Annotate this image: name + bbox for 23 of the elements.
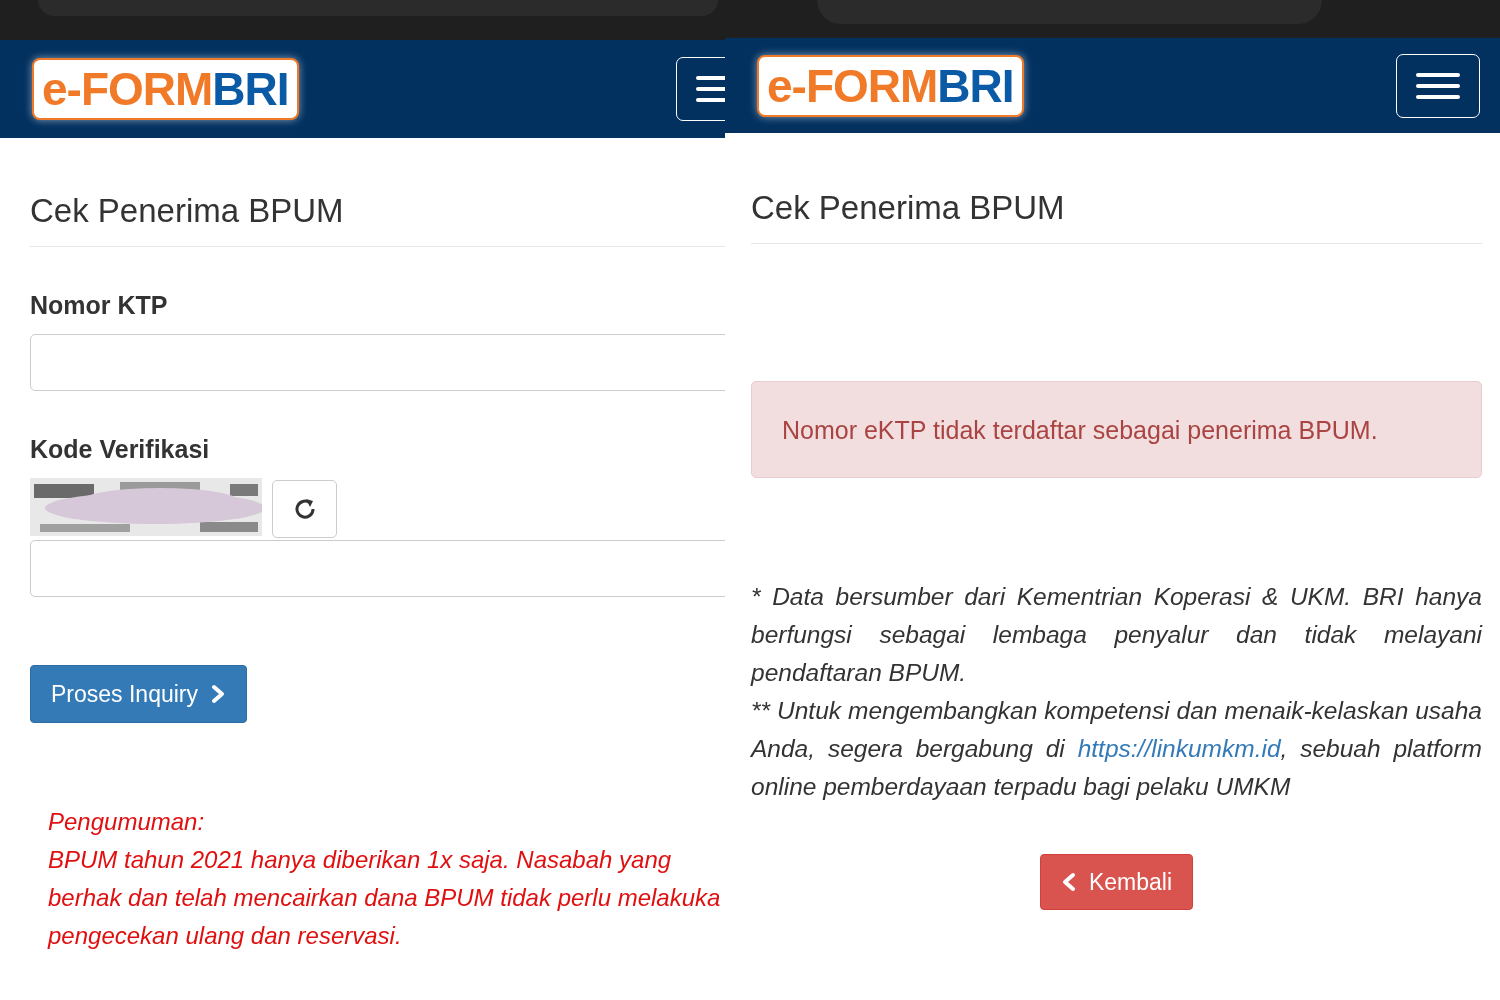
input-field[interactable]	[30, 334, 725, 391]
announcement-text: pengecekan ulang dan reservasi.	[48, 921, 402, 951]
menu-icon	[1416, 71, 1460, 100]
submit-button[interactable]: Proses Inquiry	[30, 665, 247, 723]
refresh-button[interactable]	[272, 480, 337, 538]
menu-button[interactable]	[1396, 53, 1480, 118]
announcement-text: Pengumuman:	[48, 807, 205, 837]
page-title: Cek Penerima BPUM	[30, 192, 345, 230]
logo[interactable]: e-FORMBRI	[757, 54, 1024, 117]
back-button[interactable]: Kembali	[1039, 854, 1194, 910]
announcement-text: BPUM tahun 2021 hanya diberikan 1x saja. Nasabah yang	[48, 845, 672, 875]
field-label: Kode Verifikasi	[30, 435, 211, 464]
note-text: ** Untuk mengembangkan kompetensi dan menaik-kelaskan usaha Anda, segera bergabung di https://linkumkm.id, sebuah platform online pemberdayaan terpadu bagi pelaku UMKM	[751, 696, 1482, 802]
input-field[interactable]	[30, 540, 725, 597]
error-alert: Nomor eKTP tidak terdaftar sebagai penerima BPUM.	[751, 381, 1482, 478]
logo[interactable]: e-FORMBRI	[32, 58, 299, 120]
chevron-left-icon	[1060, 872, 1077, 892]
announcement-text: berhak dan telah mencairkan dana BPUM tidak perlu melakuka	[48, 883, 721, 913]
link[interactable]: https://linkumkm.id	[1077, 735, 1281, 762]
note-text: * Data bersumber dari Kementrian Koperasi & UKM. BRI hanya berfungsi sebagai lembaga penyalur dan tidak melayani pendaftaran BPUM.	[751, 582, 1482, 688]
field-label: Nomor KTP	[30, 291, 169, 320]
chevron-right-icon	[210, 684, 226, 704]
page-title: Cek Penerima BPUM	[751, 189, 1066, 227]
